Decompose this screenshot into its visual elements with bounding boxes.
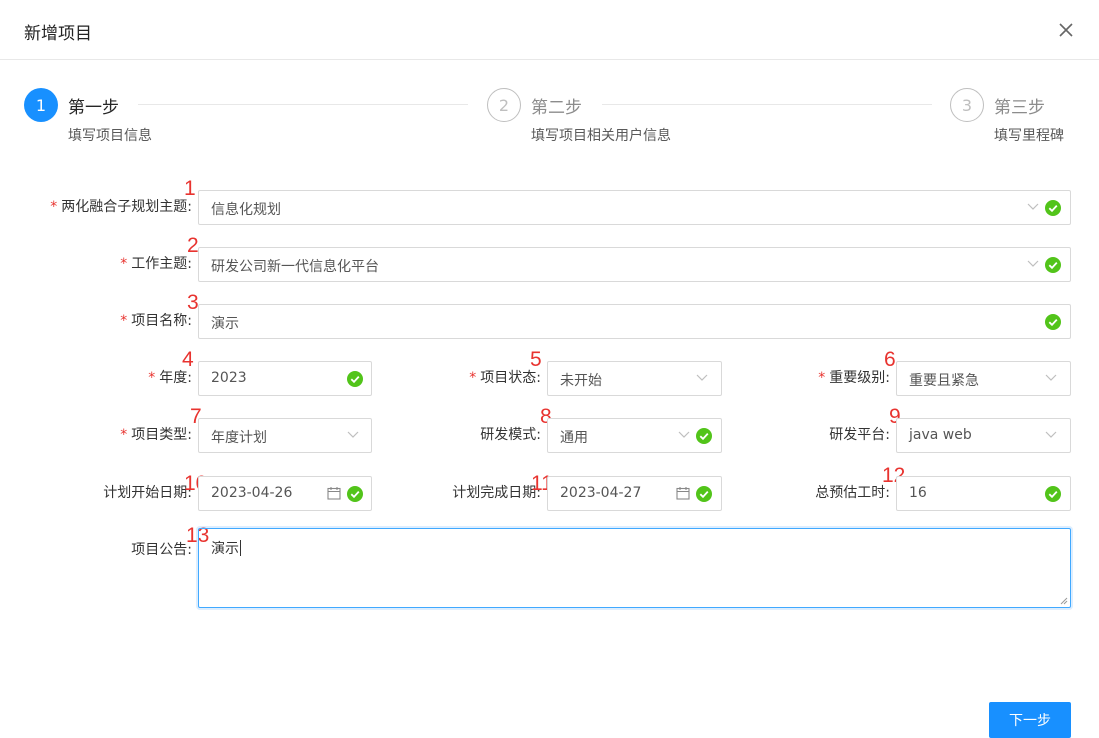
marker-6: 6 <box>884 348 896 371</box>
step-connector <box>138 104 468 105</box>
check-circle-icon <box>347 371 363 387</box>
close-icon[interactable] <box>1054 18 1078 42</box>
dev-mode-label: 研发模式: <box>480 427 541 443</box>
project-name-label: * 项目名称: <box>120 313 192 329</box>
year-label: * 年度: <box>148 370 192 386</box>
dev-platform-select[interactable]: java web <box>896 418 1071 453</box>
chevron-down-icon <box>696 374 708 381</box>
dev-platform-label: 研发平台: <box>829 427 890 443</box>
importance-select[interactable]: 重要且紧急 <box>896 361 1071 396</box>
marker-3: 3 <box>187 291 199 314</box>
calendar-icon[interactable] <box>676 486 690 500</box>
importance-label: * 重要级别: <box>818 370 890 386</box>
step-3-indicator: 3 <box>950 88 984 122</box>
step-2-indicator: 2 <box>487 88 521 122</box>
chevron-down-icon <box>1045 374 1057 381</box>
project-status-select[interactable]: 未开始 <box>547 361 722 396</box>
total-hours-label: 总预估工时: <box>815 485 890 501</box>
theme-select[interactable]: 信息化规划 <box>198 190 1071 225</box>
project-status-value: 未开始 <box>560 373 602 389</box>
step-3-title: 第三步 <box>994 98 1045 118</box>
step-3-description: 填写里程碑 <box>994 128 1064 144</box>
total-hours-input[interactable]: 16 <box>896 476 1071 511</box>
work-theme-select[interactable]: 研发公司新一代信息化平台 <box>198 247 1071 282</box>
step-2-description: 填写项目相关用户信息 <box>531 128 671 144</box>
chevron-down-icon <box>1045 431 1057 438</box>
announcement-label: 项目公告: <box>131 542 192 558</box>
dialog-header: 新增项目 <box>0 0 1099 60</box>
project-type-select[interactable]: 年度计划 <box>198 418 372 453</box>
project-status-label: * 项目状态: <box>469 370 541 386</box>
chevron-down-icon <box>678 431 690 438</box>
marker-1: 1 <box>184 177 196 200</box>
project-type-value: 年度计划 <box>211 430 267 446</box>
plan-start-date-picker[interactable]: 2023-04-26 <box>198 476 372 511</box>
year-value: 2023 <box>211 370 247 386</box>
plan-start-label: 计划开始日期: <box>103 485 192 501</box>
next-step-button[interactable]: 下一步 <box>989 702 1071 738</box>
year-input[interactable]: 2023 <box>198 361 372 396</box>
announcement-value: 演示 <box>211 541 239 557</box>
announcement-textarea[interactable]: 演示 <box>198 528 1071 608</box>
project-name-value: 演示 <box>211 316 239 332</box>
check-circle-icon <box>696 428 712 444</box>
project-name-input[interactable]: 演示 <box>198 304 1071 339</box>
check-circle-icon <box>696 486 712 502</box>
plan-start-value: 2023-04-26 <box>211 485 293 501</box>
step-1-title: 第一步 <box>68 98 119 118</box>
theme-label: * 两化融合子规划主题: <box>50 199 192 215</box>
plan-end-label: 计划完成日期: <box>452 485 541 501</box>
step-1-description: 填写项目信息 <box>68 128 152 144</box>
plan-end-date-picker[interactable]: 2023-04-27 <box>547 476 722 511</box>
dev-platform-value: java web <box>909 427 972 443</box>
chevron-down-icon <box>1027 260 1039 267</box>
dialog-title: 新增项目 <box>24 24 92 44</box>
check-circle-icon <box>1045 257 1061 273</box>
check-circle-icon <box>347 486 363 502</box>
calendar-icon[interactable] <box>327 486 341 500</box>
theme-value: 信息化规划 <box>211 202 281 218</box>
dev-mode-select[interactable]: 通用 <box>547 418 722 453</box>
step-2-title: 第二步 <box>531 98 582 118</box>
project-type-label: * 项目类型: <box>120 427 192 443</box>
check-circle-icon <box>1045 314 1061 330</box>
check-circle-icon <box>1045 200 1061 216</box>
step-1-indicator: 1 <box>24 88 58 122</box>
resize-handle-icon[interactable] <box>1060 597 1068 605</box>
check-circle-icon <box>1045 486 1061 502</box>
chevron-down-icon <box>347 431 359 438</box>
chevron-down-icon <box>1027 203 1039 210</box>
work-theme-label: * 工作主题: <box>120 256 192 272</box>
work-theme-value: 研发公司新一代信息化平台 <box>211 259 379 275</box>
importance-value: 重要且紧急 <box>909 373 979 389</box>
total-hours-value: 16 <box>909 485 927 501</box>
marker-4: 4 <box>182 348 194 371</box>
marker-2: 2 <box>187 234 199 257</box>
marker-5: 5 <box>530 348 542 371</box>
step-connector <box>602 104 932 105</box>
dev-mode-value: 通用 <box>560 430 588 446</box>
text-caret <box>240 540 241 556</box>
plan-end-value: 2023-04-27 <box>560 485 642 501</box>
